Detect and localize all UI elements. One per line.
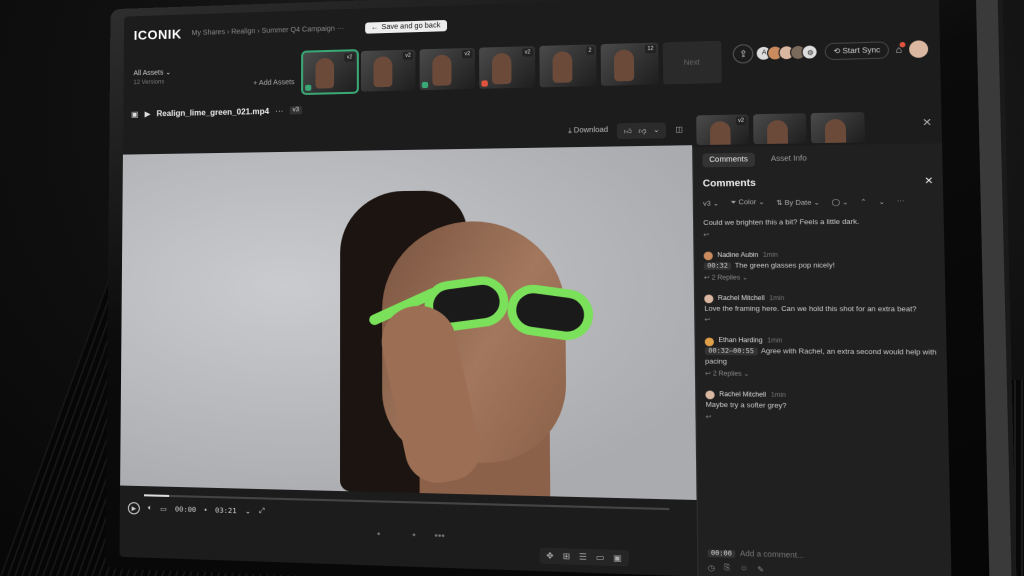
asset-thumbnail[interactable]: v2 (360, 49, 416, 92)
monitor: ICONIK My Shares › Realign › Summer Q4 C… (105, 0, 990, 576)
avatar (704, 294, 714, 304)
annotation-tools: ✥ ⊞ ☰ ▭ ▣ (539, 547, 629, 567)
timecode-current: 00:00 (174, 505, 197, 515)
asset-thumbnail[interactable]: 2 (539, 44, 597, 88)
timecode-total: 03:21 (214, 506, 237, 516)
reply-icon[interactable]: ↩ (704, 316, 936, 327)
video-file-icon: ▶ (144, 108, 151, 119)
breadcrumb[interactable]: My Shares › Realign › Summer Q4 Campaign… (192, 25, 344, 37)
close-icon[interactable]: ✕ (924, 175, 933, 187)
asset-thumbnail[interactable] (810, 112, 865, 144)
download-button[interactable]: ⤓ Download (568, 127, 608, 136)
asset-thumbnails: v2 v2 v2 v2 2 12 Next (300, 40, 722, 96)
captions-icon[interactable]: ▭ (160, 505, 167, 513)
thumbs-up-icon[interactable]: 👍︎ (624, 126, 632, 136)
reply-icon[interactable]: ↩ (703, 230, 934, 241)
panel-tabs: Comments Asset Info (702, 150, 933, 168)
chevron-down-icon[interactable]: ⌄ (653, 125, 660, 135)
emoji-icon[interactable]: ☺ (740, 565, 748, 574)
comment-composer[interactable]: 00:00 Add a comment... (707, 549, 942, 564)
all-assets-dropdown[interactable]: All Assets ⌄ 12 Versions (133, 66, 253, 86)
asset-thumbnail[interactable]: 12 (600, 42, 659, 86)
approval-group: 👍︎ 👎︎ ⌄ (616, 121, 667, 139)
screen: ICONIK My Shares › Realign › Summer Q4 C… (119, 0, 952, 576)
timestamp-badge[interactable]: 00:32–00:55 (704, 347, 758, 356)
next-assets-button[interactable]: Next (662, 40, 722, 85)
sort-filter[interactable]: ⇅ By Date ⌄ (776, 198, 820, 207)
play-button[interactable]: ▶ (127, 501, 140, 515)
start-sync-button[interactable]: ⟲ Start Sync (825, 41, 889, 61)
notification-bell-icon[interactable]: ⌂ (895, 41, 906, 55)
comment-item[interactable]: Rachel Mitchell 1min Maybe try a softer g… (705, 390, 938, 426)
layers-icon[interactable]: ☰ (579, 552, 587, 562)
scene: ICONIK My Shares › Realign › Summer Q4 C… (0, 0, 1024, 576)
upload-icon[interactable]: ⇪ (733, 44, 754, 64)
screen-icon[interactable]: ▣ (613, 553, 622, 563)
collaborator-avatars[interactable]: A ◍ (756, 44, 819, 61)
asset-thumbnail[interactable]: v2 (478, 46, 535, 89)
more-icon[interactable]: ··· (897, 197, 905, 205)
video-player: ⤓ Download 👍︎ 👎︎ ⌄ ◫ ▶ 🔈︎ ▭ 00:00 • 03:2… (119, 113, 697, 539)
more-icon[interactable]: ··· (275, 106, 283, 115)
avatar (705, 390, 715, 400)
panel-title: Comments ✕ (702, 175, 934, 189)
right-thumbnails: v2 (692, 108, 942, 146)
close-icon[interactable]: ✕ (922, 117, 932, 129)
pagination-dots: • • ••• (376, 528, 445, 542)
panel-toggle-icon[interactable]: ◫ (675, 125, 683, 134)
move-icon[interactable]: ✥ (546, 551, 553, 561)
color-filter[interactable]: ⏷ Color ⌄ (730, 198, 764, 208)
asset-thumbnail[interactable]: v2 (300, 49, 359, 96)
avatar (704, 337, 714, 347)
attach-icon[interactable]: ⎘ (724, 564, 731, 573)
grid-icon[interactable]: ⊞ (563, 551, 571, 561)
comment-filters: v3 ⌄ ⏷ Color ⌄ ⇅ By Date ⌄ ◯ ⌄ ⌃ ⌄ ··· (703, 196, 934, 208)
asset-thumbnail[interactable] (753, 113, 807, 145)
status-filter-icon[interactable]: ◯ ⌄ (831, 197, 848, 206)
draw-icon[interactable]: ✎ (757, 565, 764, 574)
tab-comments[interactable]: Comments (702, 152, 755, 168)
fullscreen-icon[interactable]: ⤢ (259, 508, 265, 516)
asset-thumbnail[interactable]: v2 (419, 47, 475, 91)
profile-avatar[interactable] (908, 40, 929, 59)
composer-timestamp[interactable]: 00:00 (707, 549, 736, 558)
volume-icon[interactable]: 🔈︎ (148, 505, 152, 513)
chevron-down-icon[interactable]: ⌄ (245, 507, 251, 515)
comment-item[interactable]: Ethan Harding 1min 00:32–00:55 Agree with … (704, 337, 938, 382)
tab-asset-info[interactable]: Asset Info (764, 152, 814, 167)
app-logo: ICONIK (133, 26, 182, 43)
save-and-go-back-button[interactable]: ← Save and go back (364, 19, 447, 34)
timestamp-badge[interactable]: 00:32 (703, 262, 732, 270)
version-filter[interactable]: v3 ⌄ (703, 199, 719, 208)
frame-icon[interactable]: ▭ (596, 552, 605, 562)
chevron-down-icon[interactable]: ⌄ (878, 197, 885, 206)
add-assets-button[interactable]: + Add Assets (253, 79, 294, 87)
back-arrow-icon: ← (371, 23, 379, 32)
sidebar-toggle-icon[interactable]: ▣ (131, 109, 139, 118)
reply-icon[interactable]: ↩ (706, 413, 939, 426)
version-badge[interactable]: v3 (289, 106, 303, 115)
replies-toggle[interactable]: ↩ 2 Replies ⌄ (705, 370, 937, 382)
comment-item[interactable]: Nadine Aubin 1min 00:32 The green glasses … (703, 250, 936, 283)
asset-thumbnail[interactable]: v2 (696, 114, 749, 146)
file-name: Realign_lime_green_021.mp4 (156, 106, 270, 118)
comment-item[interactable]: Could we brighten this a bit? Feels a li… (703, 217, 934, 241)
comments-panel: Comments Asset Info Comments ✕ v3 ⌄ ⏷ Col… (692, 143, 952, 576)
replies-toggle[interactable]: ↩ 2 Replies ⌄ (704, 273, 936, 283)
user-icon: ◍ (801, 44, 819, 60)
chevron-up-icon[interactable]: ⌃ (860, 197, 867, 206)
scrub-progress (143, 494, 169, 497)
composer-tools: ◷ ⎘ ☺ ✎ (708, 564, 765, 574)
avatar (703, 251, 713, 261)
notification-dot (899, 41, 906, 48)
clock-icon[interactable]: ◷ (708, 564, 715, 573)
timecode-separator: • (204, 506, 207, 514)
comment-item[interactable]: Rachel Mitchell 1min Love the framing her… (704, 294, 936, 327)
thumbs-down-icon[interactable]: 👎︎ (638, 125, 646, 135)
comment-input[interactable]: Add a comment... (740, 550, 804, 560)
video-frame[interactable] (120, 145, 697, 500)
